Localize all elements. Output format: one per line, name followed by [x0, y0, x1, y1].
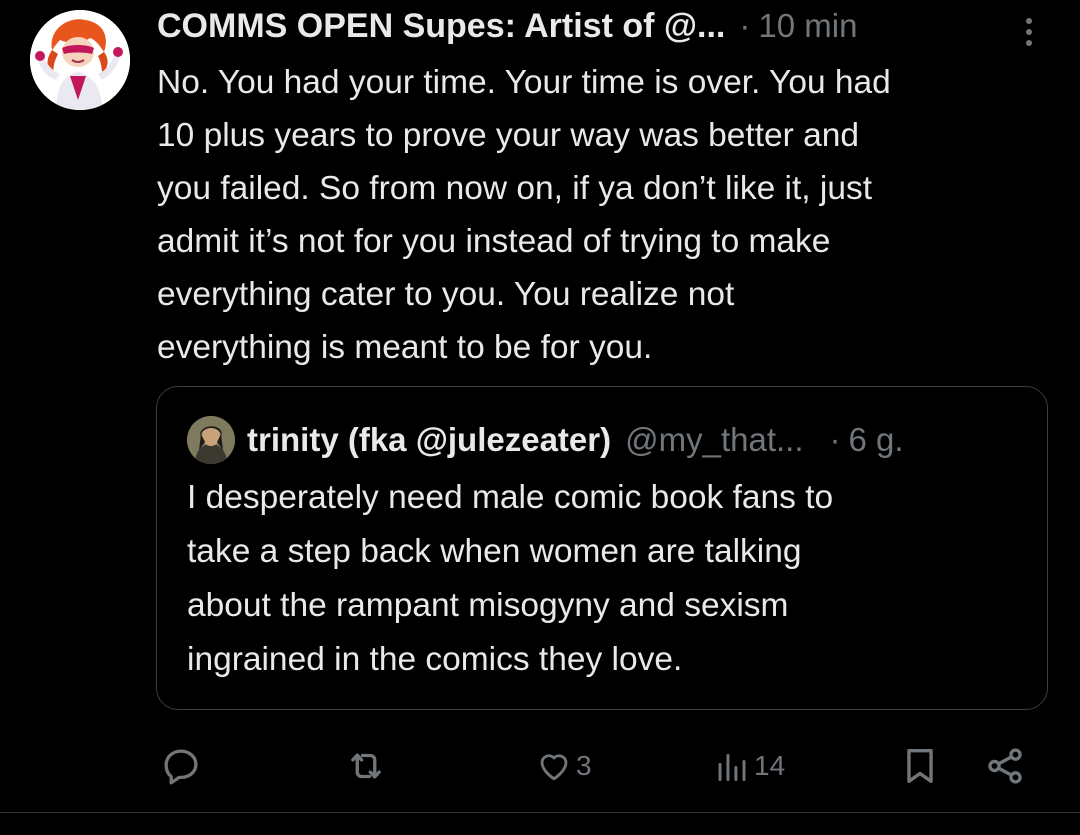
- repost-button[interactable]: [344, 736, 388, 796]
- repost-icon: [351, 753, 381, 779]
- views-count: 14: [754, 750, 786, 781]
- tweet-text: No. You had your time. Your time is over…: [157, 56, 1057, 374]
- author-display-name[interactable]: COMMS OPEN Supes: Artist of @...: [157, 7, 725, 46]
- bookmark-icon: [907, 749, 933, 784]
- quoted-text-line: about the rampant misogyny and sexism: [187, 587, 789, 624]
- tweet-text-line: you failed. So from now on, if ya don’t …: [157, 170, 873, 207]
- quoted-header-separator: ·: [829, 421, 841, 458]
- tweet-text-line: admit it’s not for you instead of trying…: [157, 223, 831, 260]
- author-avatar[interactable]: [30, 10, 130, 110]
- quoted-tweet-timestamp[interactable]: 6 g.: [849, 421, 904, 459]
- tweet-text-line: 10 plus years to prove your way was bett…: [157, 117, 860, 154]
- tweet-text-line: No. You had your time. Your time is over…: [157, 64, 891, 101]
- tweet-header: COMMS OPEN Supes: Artist of @... · 10 mi…: [157, 6, 1057, 46]
- like-button[interactable]: 3: [536, 736, 592, 796]
- header-separator: ·: [739, 7, 751, 44]
- quoted-tweet[interactable]: trinity (fka @julezeater) @my_that... · …: [156, 386, 1048, 710]
- avatar-illustration: [30, 10, 130, 110]
- quoted-author-handle[interactable]: @my_that...: [625, 421, 803, 459]
- like-count: 3: [576, 750, 592, 781]
- heart-icon: [540, 754, 568, 781]
- reply-button[interactable]: [160, 736, 202, 796]
- quoted-avatar-image: [187, 416, 235, 464]
- share-icon: [988, 748, 1022, 784]
- tweet-timestamp[interactable]: 10 min: [758, 7, 857, 45]
- quoted-text-line: take a step back when women are talking: [187, 533, 802, 570]
- tweet[interactable]: COMMS OPEN Supes: Artist of @... · 10 mi…: [0, 0, 1080, 812]
- share-button[interactable]: [984, 736, 1026, 796]
- reply-icon: [164, 749, 198, 785]
- tweet-text-line: everything is meant to be for you.: [157, 329, 653, 366]
- views-button[interactable]: 14: [714, 736, 785, 796]
- tweet-divider: [0, 812, 1080, 813]
- quoted-author-avatar[interactable]: [187, 416, 235, 464]
- quoted-text-line: ingrained in the comics they love.: [187, 641, 683, 678]
- bookmark-button[interactable]: [903, 736, 937, 796]
- quoted-author-display-name[interactable]: trinity (fka @julezeater): [247, 421, 611, 459]
- views-icon: [718, 754, 746, 781]
- quoted-tweet-text: I desperately need male comic book fans …: [187, 471, 1027, 687]
- quoted-text-line: I desperately need male comic book fans …: [187, 479, 834, 516]
- tweet-text-line: everything cater to you. You realize not: [157, 276, 735, 313]
- tweet-action-bar: 3 14: [0, 736, 1080, 796]
- more-options-icon[interactable]: [1016, 12, 1042, 52]
- quoted-tweet-header: trinity (fka @julezeater) @my_that... · …: [187, 416, 904, 464]
